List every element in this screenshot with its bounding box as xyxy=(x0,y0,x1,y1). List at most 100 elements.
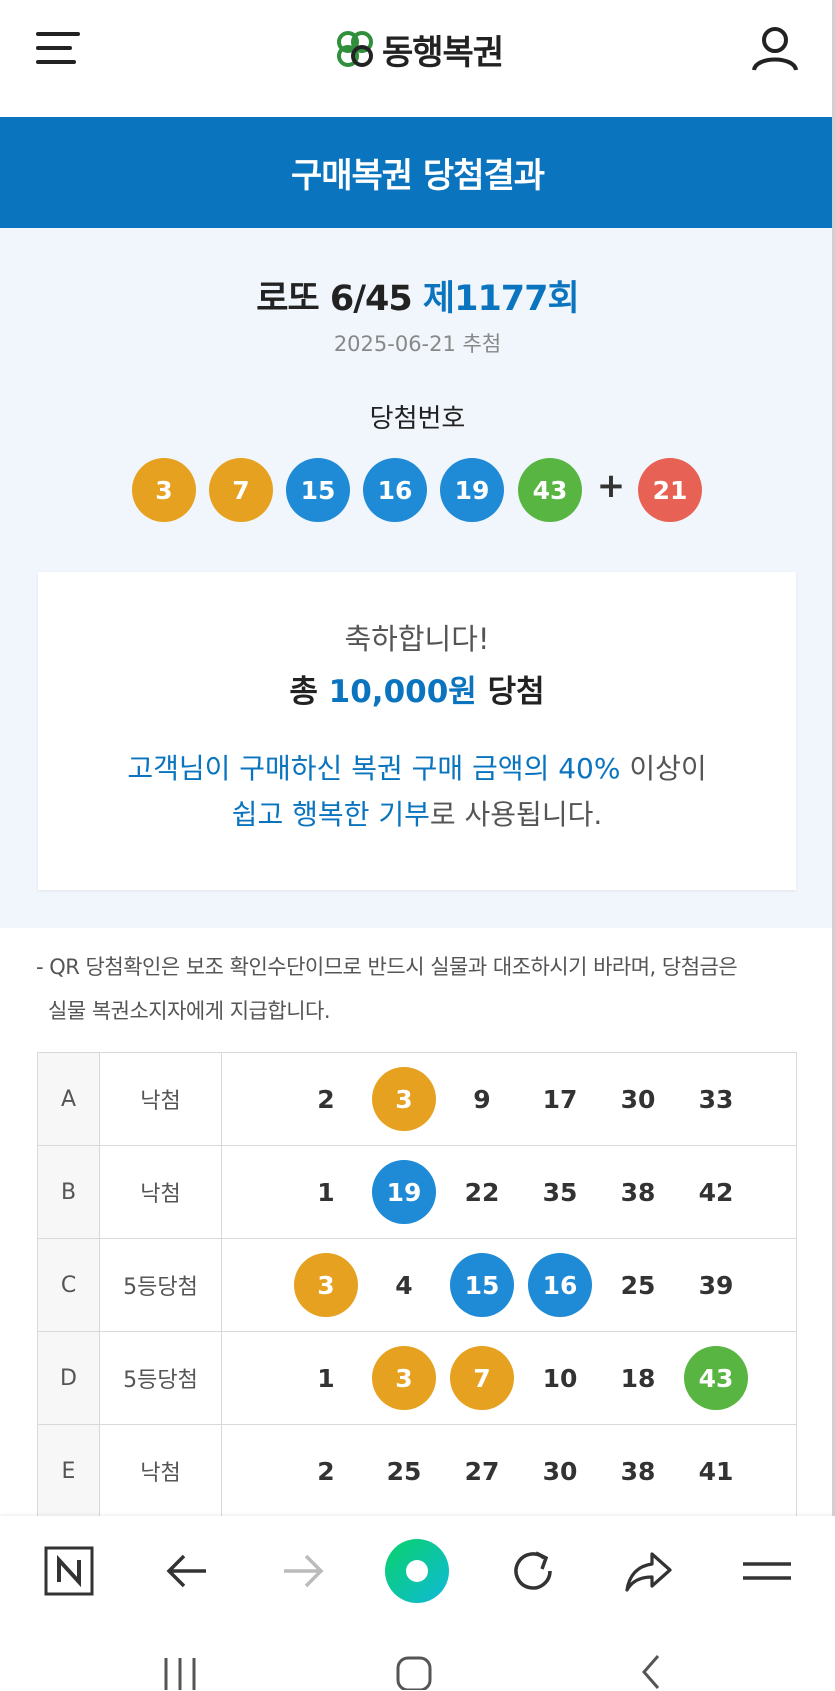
ticket-number-matched: 15 xyxy=(450,1253,514,1317)
ticket-number: 25 xyxy=(386,1456,422,1486)
share-icon[interactable] xyxy=(622,1544,676,1598)
ticket-game-label: A xyxy=(37,1052,100,1146)
ticket-number: 39 xyxy=(698,1270,734,1300)
draw-summary: 로또 6/45 제1177회 2025-06-21 추첨 당첨번호 3 7 15… xyxy=(0,228,835,928)
ticket-numbers: 3 4 15 16 25 39 xyxy=(221,1238,797,1332)
ticket-number: 38 xyxy=(620,1177,656,1207)
home-circle-icon[interactable] xyxy=(382,1536,452,1606)
ticket-numbers: 2 25 27 30 38 41 xyxy=(221,1424,797,1518)
winning-ball: 3 xyxy=(132,458,196,522)
ticket-game-label: D xyxy=(37,1331,100,1425)
ticket-game-label: C xyxy=(37,1238,100,1332)
ticket-game-label: B xyxy=(37,1145,100,1239)
ticket-number: 30 xyxy=(542,1456,578,1486)
app-header: 동행복권 xyxy=(0,0,835,117)
user-icon[interactable] xyxy=(750,24,800,74)
notice-line-2: 실물 복권소지자에게 지급합니다. xyxy=(48,999,331,1023)
ticket-number: 18 xyxy=(620,1363,656,1393)
back-icon[interactable] xyxy=(628,1646,672,1690)
donation-text: 고객님이 구매하신 복권 구매 금액의 40% 이상이 쉽고 행복한 기부로 사… xyxy=(38,746,796,838)
ticket-status: 5등당첨 xyxy=(99,1331,222,1425)
ticket-number-matched: 16 xyxy=(528,1253,592,1317)
ticket-numbers: 1 19 22 35 38 42 xyxy=(221,1145,797,1239)
draw-title: 로또 6/45 제1177회 xyxy=(0,270,835,321)
ticket-number: 2 xyxy=(317,1084,335,1114)
winning-ball: 19 xyxy=(440,458,504,522)
hamburger-icon[interactable] xyxy=(36,30,80,66)
ticket-number-matched: 43 xyxy=(684,1346,748,1410)
ticket-number: 1 xyxy=(317,1363,335,1393)
prize-prefix: 총 xyxy=(289,674,318,710)
donation-highlight-1: 고객님이 구매하신 복권 구매 금액의 40% xyxy=(127,752,621,785)
plus-sign: + xyxy=(596,466,626,506)
ticket-number: 33 xyxy=(698,1084,734,1114)
donation-rest-1: 이상이 xyxy=(620,752,707,785)
ticket-row: E 낙첨 2 25 27 30 38 41 xyxy=(37,1424,797,1518)
ticket-row: C 5등당첨 3 4 15 16 25 39 xyxy=(37,1238,797,1332)
ticket-number-matched: 3 xyxy=(294,1253,358,1317)
ticket-game-label: E xyxy=(37,1424,100,1518)
ticket-number: 22 xyxy=(464,1177,500,1207)
naver-n-icon[interactable] xyxy=(42,1544,96,1598)
winning-ball: 16 xyxy=(363,458,427,522)
ticket-row: D 5등당첨 1 3 7 10 18 43 xyxy=(37,1331,797,1425)
ticket-status: 낙첨 xyxy=(99,1052,222,1146)
ticket-status: 낙첨 xyxy=(99,1145,222,1239)
menu-icon[interactable] xyxy=(740,1544,794,1598)
back-arrow-icon[interactable] xyxy=(160,1544,214,1598)
ticket-number: 35 xyxy=(542,1177,578,1207)
prize-amount: 10,000원 xyxy=(328,674,477,710)
ticket-status: 5등당첨 xyxy=(99,1238,222,1332)
refresh-icon[interactable] xyxy=(506,1544,560,1598)
ticket-number-matched: 3 xyxy=(372,1346,436,1410)
ticket-row: A 낙첨 2 3 9 17 30 33 xyxy=(37,1052,797,1146)
clover-logo-icon xyxy=(337,31,373,67)
browser-toolbar xyxy=(0,1516,835,1626)
ticket-number: 38 xyxy=(620,1456,656,1486)
ticket-number: 2 xyxy=(317,1456,335,1486)
forward-arrow-icon[interactable] xyxy=(276,1544,330,1598)
recent-apps-icon[interactable] xyxy=(158,1646,202,1690)
ticket-number: 27 xyxy=(464,1456,500,1486)
ticket-number: 41 xyxy=(698,1456,734,1486)
ticket-number: 10 xyxy=(542,1363,578,1393)
ticket-number: 42 xyxy=(698,1177,734,1207)
android-navigation-bar xyxy=(0,1626,835,1691)
page-title: 구매복권 당첨결과 xyxy=(290,156,545,196)
congrats-text: 축하합니다! xyxy=(344,622,490,656)
ticket-number: 9 xyxy=(473,1084,491,1114)
ticket-row: B 낙첨 1 19 22 35 38 42 xyxy=(37,1145,797,1239)
page-title-banner: 구매복권 당첨결과 xyxy=(0,117,835,228)
ticket-number: 1 xyxy=(317,1177,335,1207)
ticket-numbers: 2 3 9 17 30 33 xyxy=(221,1052,797,1146)
winning-ball: 15 xyxy=(286,458,350,522)
ticket-number: 4 xyxy=(395,1270,413,1300)
ticket-number-matched: 7 xyxy=(450,1346,514,1410)
donation-highlight-2: 쉽고 행복한 기부 xyxy=(231,798,430,831)
notice-line-1: - QR 당첨확인은 보조 확인수단이므로 반드시 실물과 대조하시기 바라며,… xyxy=(36,955,738,979)
draw-round: 제1177회 xyxy=(422,279,580,319)
logo[interactable]: 동행복권 xyxy=(334,24,504,74)
ticket-numbers: 1 3 7 10 18 43 xyxy=(221,1331,797,1425)
ticket-status: 낙첨 xyxy=(99,1424,222,1518)
winning-numbers-label: 당첨번호 xyxy=(369,404,466,434)
logo-text: 동행복권 xyxy=(382,32,504,73)
ticket-number-matched: 3 xyxy=(372,1067,436,1131)
bonus-ball: 21 xyxy=(638,458,702,522)
prize-text: 총 10,000원 당첨 xyxy=(38,666,796,711)
game-name: 로또 6/45 xyxy=(256,279,412,319)
donation-rest-2: 로 사용됩니다. xyxy=(429,798,603,831)
ticket-number-matched: 19 xyxy=(372,1160,436,1224)
ticket-number: 30 xyxy=(620,1084,656,1114)
home-icon[interactable] xyxy=(392,1646,436,1690)
qr-notice: - QR 당첨확인은 보조 확인수단이므로 반드시 실물과 대조하시기 바라며,… xyxy=(36,945,806,1033)
winning-ball: 7 xyxy=(209,458,273,522)
ticket-number: 17 xyxy=(542,1084,578,1114)
winning-numbers: 3 7 15 16 19 43 + 21 xyxy=(0,458,835,522)
winning-ball: 43 xyxy=(518,458,582,522)
prize-suffix: 당첨 xyxy=(487,674,545,710)
ticket-number: 25 xyxy=(620,1270,656,1300)
ticket-table: A 낙첨 2 3 9 17 30 33 B 낙첨 1 19 22 35 38 42 C 5등당첨 3 4 15 16 25 3… xyxy=(37,1052,797,1518)
result-card: 축하합니다! 총 10,000원 당첨 고객님이 구매하신 복권 구매 금액의 … xyxy=(38,572,796,890)
draw-date: 2025-06-21 추첨 xyxy=(333,332,502,356)
